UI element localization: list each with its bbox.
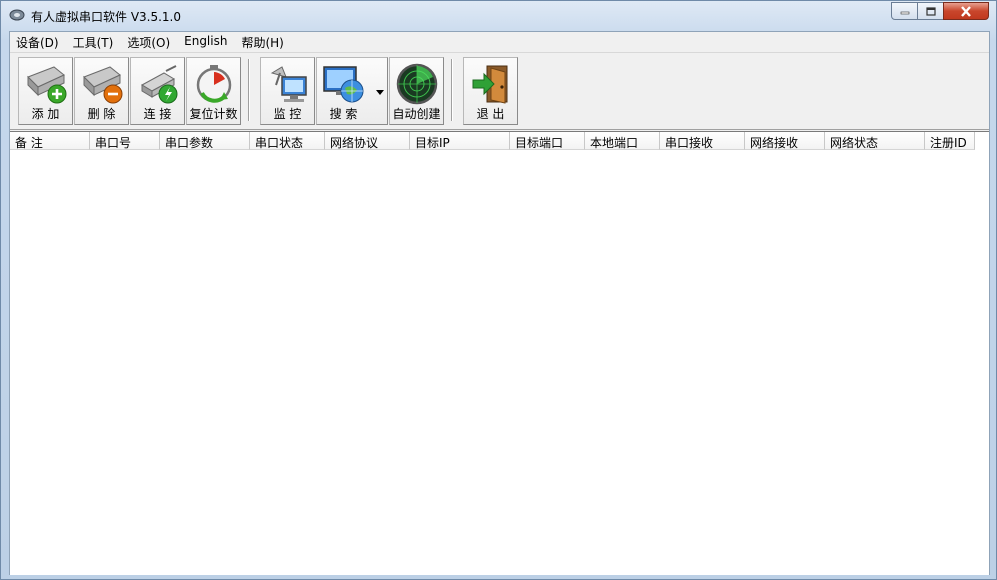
connect-icon	[140, 65, 177, 104]
menu-device[interactable]: 设备(D)	[10, 32, 66, 51]
monitor-button[interactable]: 监 控	[260, 57, 315, 125]
column-header-protocol[interactable]: 网络协议	[325, 132, 410, 150]
exit-button[interactable]: 退 出	[463, 57, 518, 125]
exit-door-icon	[472, 65, 507, 104]
toolbar-separator	[248, 59, 250, 121]
globe-search-icon	[323, 66, 364, 103]
monitor-icon	[270, 66, 307, 102]
search-button[interactable]: 搜 索	[316, 57, 388, 125]
caption-buttons	[891, 2, 989, 20]
exit-label: 退 出	[476, 107, 505, 121]
search-label: 搜 索	[329, 107, 358, 121]
auto-create-label: 自动创建	[392, 107, 441, 121]
column-header-port[interactable]: 串口号	[90, 132, 160, 150]
column-header-port-rx[interactable]: 串口接收	[660, 132, 745, 150]
maximize-button[interactable]	[917, 2, 944, 20]
close-button[interactable]	[943, 2, 989, 20]
menu-options[interactable]: 选项(O)	[120, 32, 177, 51]
radar-icon	[396, 63, 437, 105]
app-logo-icon	[9, 9, 25, 21]
connect-button[interactable]: 连 接	[130, 57, 185, 125]
auto-create-button[interactable]: 自动创建	[389, 57, 444, 125]
app-window: 有人虚拟串口软件 V3.5.1.0 设备(D) 工具(T) 选项(O) Engl…	[0, 0, 997, 580]
close-icon	[961, 5, 971, 17]
column-header-remark[interactable]: 备 注	[10, 132, 90, 150]
window-title: 有人虚拟串口软件 V3.5.1.0	[31, 10, 182, 24]
delete-port-icon	[82, 66, 122, 104]
port-list[interactable]: 备 注 串口号 串口参数 串口状态 网络协议 目标IP 目标端口 本地端口 串口…	[10, 131, 989, 575]
minimize-button[interactable]	[891, 2, 918, 20]
menu-help[interactable]: 帮助(H)	[234, 32, 290, 51]
title-bar[interactable]: 有人虚拟串口软件 V3.5.1.0	[1, 1, 996, 31]
reset-count-label: 复位计数	[189, 107, 238, 121]
monitor-label: 监 控	[273, 107, 302, 121]
column-header-net-status[interactable]: 网络状态	[825, 132, 925, 150]
stopwatch-icon	[196, 65, 231, 103]
column-header-net-rx[interactable]: 网络接收	[745, 132, 825, 150]
delete-label: 删 除	[87, 107, 116, 121]
menu-bar: 设备(D) 工具(T) 选项(O) English 帮助(H)	[10, 32, 989, 51]
menu-english[interactable]: English	[177, 32, 234, 51]
toolbar: 添 加 删 除 连 接 复位计数 监 控 搜 索 自动创建 退 出	[10, 52, 989, 130]
add-port-icon	[26, 66, 66, 104]
list-header: 备 注 串口号 串口参数 串口状态 网络协议 目标IP 目标端口 本地端口 串口…	[10, 132, 975, 150]
column-header-reg-id[interactable]: 注册ID	[925, 132, 975, 150]
column-header-target-ip[interactable]: 目标IP	[410, 132, 510, 150]
maximize-icon	[925, 6, 936, 16]
toolbar-separator	[451, 59, 453, 121]
search-dropdown-icon[interactable]	[376, 90, 384, 95]
reset-count-button[interactable]: 复位计数	[186, 57, 241, 125]
column-header-port-status[interactable]: 串口状态	[250, 132, 325, 150]
add-button[interactable]: 添 加	[18, 57, 73, 125]
column-header-port-params[interactable]: 串口参数	[160, 132, 250, 150]
connect-label: 连 接	[143, 107, 172, 121]
minimize-icon	[900, 11, 909, 15]
delete-button[interactable]: 删 除	[74, 57, 129, 125]
client-area: 设备(D) 工具(T) 选项(O) English 帮助(H) 添 加 删 除 …	[9, 31, 990, 575]
menu-tools[interactable]: 工具(T)	[66, 32, 121, 51]
column-header-target-port[interactable]: 目标端口	[510, 132, 585, 150]
column-header-local-port[interactable]: 本地端口	[585, 132, 660, 150]
add-label: 添 加	[31, 107, 60, 121]
